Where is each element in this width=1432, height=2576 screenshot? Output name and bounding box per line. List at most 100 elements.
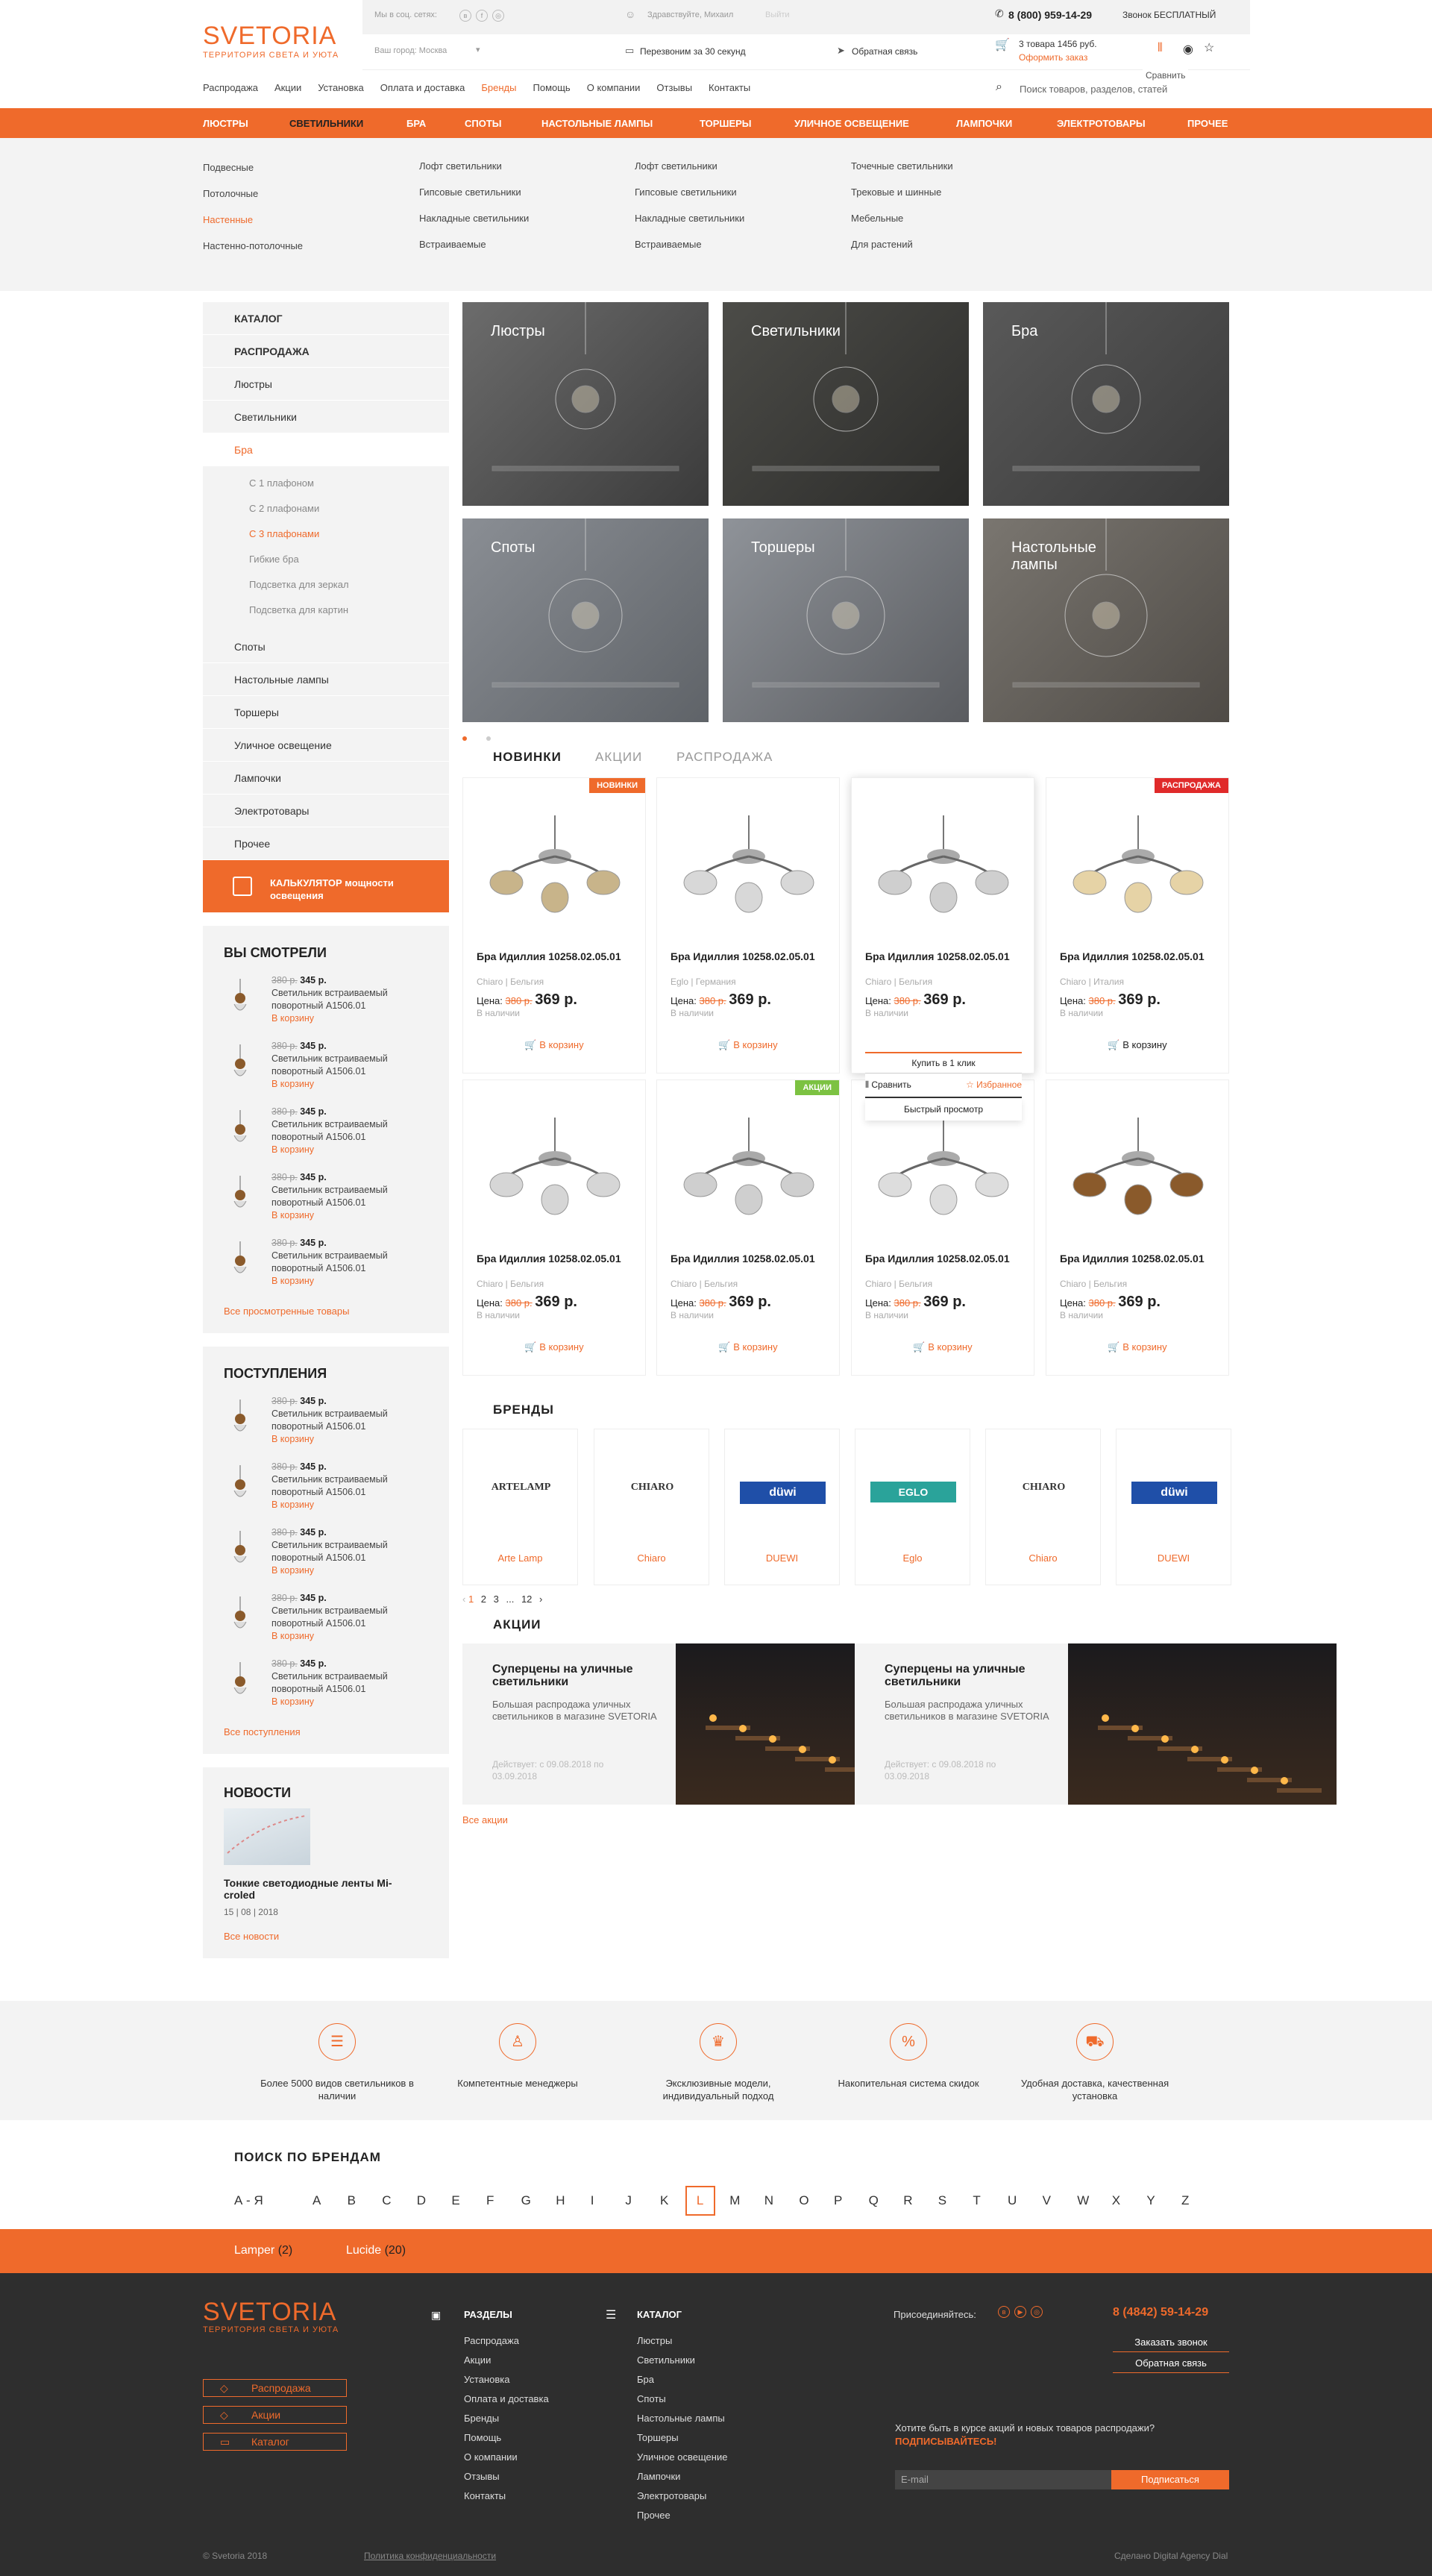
promo-card[interactable]: Суперцены на уличные светильники Большая … <box>855 1643 1337 1805</box>
footer-link[interactable]: Распродажа <box>464 2331 549 2351</box>
brand-card[interactable]: CHIARO Chiaro <box>594 1429 709 1585</box>
alphabet-letter[interactable]: F <box>486 2193 494 2208</box>
product-image[interactable] <box>671 793 827 942</box>
sidebar-item[interactable]: Люстры <box>203 368 449 401</box>
page-link[interactable]: 3 <box>494 1593 502 1605</box>
footer-link[interactable]: Уличное освещение <box>637 2448 727 2467</box>
mega-menu-item[interactable]: Гипсовые светильники <box>419 187 529 213</box>
footer-link[interactable]: Светильники <box>637 2351 727 2370</box>
callback-link[interactable]: Перезвоним за 30 секунд <box>640 46 746 57</box>
sidebar-item[interactable]: Лампочки <box>203 762 449 795</box>
alphabet-letter[interactable]: Y <box>1146 2193 1155 2208</box>
product-image[interactable] <box>477 1095 633 1244</box>
alphabet-letter[interactable]: V <box>1043 2193 1051 2208</box>
made-by[interactable]: Сделано Digital Agency Dial <box>1114 2551 1228 2561</box>
product-card[interactable]: Бра Идиллия 10258.02.05.01 Eglo | Германи… <box>656 777 840 1074</box>
brand-result[interactable]: Lamper (2) <box>234 2244 292 2257</box>
sidebar-item[interactable]: Торшеры <box>203 696 449 729</box>
category-nav-item[interactable]: ЭЛЕКТРОТОВАРЫ <box>1057 118 1146 129</box>
buy-one-click-button[interactable]: Купить в 1 клик <box>865 1052 1022 1074</box>
category-nav-item[interactable]: ЛЮСТРЫ <box>203 118 248 129</box>
product-image[interactable] <box>671 1095 827 1244</box>
phone-number[interactable]: 8 (800) 959-14-29 <box>1008 9 1092 21</box>
category-nav-item[interactable]: ТОРШЕРЫ <box>700 118 752 129</box>
category-nav-item[interactable]: НАСТОЛЬНЫЕ ЛАМПЫ <box>541 118 653 129</box>
footer-promo-button[interactable]: ◇ Акции <box>203 2406 347 2424</box>
add-to-cart-link[interactable]: В корзину <box>271 1144 428 1156</box>
product-image[interactable] <box>477 793 633 942</box>
tab-2[interactable]: РАСПРОДАЖА <box>676 750 773 765</box>
vk-icon[interactable]: в <box>459 9 471 22</box>
category-nav-item[interactable]: БРА <box>406 118 426 129</box>
alphabet-letter[interactable]: W <box>1077 2193 1089 2208</box>
sidebar-product-name[interactable]: Светильник встраиваемый поворотный A1506… <box>271 1184 428 1209</box>
product-thumbnail[interactable] <box>224 1044 261 1089</box>
nav-item-8[interactable]: Контакты <box>709 82 750 93</box>
mega-menu-item[interactable]: Точечные светильники <box>851 160 953 187</box>
page-link[interactable]: 1 <box>468 1593 477 1605</box>
footer-link[interactable]: Прочее <box>637 2506 727 2525</box>
mega-menu-item[interactable]: Настенные <box>203 214 303 240</box>
mega-menu-item[interactable]: Лофт светильники <box>635 160 744 187</box>
product-card[interactable]: Бра Идиллия 10258.02.05.01 Chiaro | Бельг… <box>1046 1079 1229 1376</box>
footer-link[interactable]: Контакты <box>464 2486 549 2506</box>
alphabet-letter[interactable]: E <box>451 2193 459 2208</box>
brand-card[interactable]: düwi DUEWI <box>724 1429 840 1585</box>
sidebar-subitem[interactable]: С 1 плафоном <box>203 471 449 496</box>
product-card[interactable]: Бра Идиллия 10258.02.05.01 Chiaro | Бельг… <box>851 1079 1034 1376</box>
tab-0[interactable]: НОВИНКИ <box>493 750 562 765</box>
product-thumbnail[interactable] <box>224 1596 261 1641</box>
cart-icon[interactable]: 🛒 <box>995 37 1010 52</box>
sidebar-item[interactable]: Прочее <box>203 827 449 860</box>
sidebar-catalog[interactable]: КАТАЛОГ <box>203 302 449 335</box>
product-name[interactable]: Бра Идиллия 10258.02.05.01 <box>477 1252 621 1265</box>
footer-link[interactable]: Акции <box>464 2351 549 2370</box>
instagram-icon[interactable]: ◎ <box>492 9 504 22</box>
compare-button[interactable]: ⫴ Сравнить <box>865 1079 911 1091</box>
alphabet-letter[interactable]: G <box>521 2193 531 2208</box>
sidebar-item[interactable]: Настольные лампы <box>203 663 449 696</box>
page-link[interactable]: 2 <box>481 1593 489 1605</box>
footer-link[interactable]: Люстры <box>637 2331 727 2351</box>
order-call-button[interactable]: Заказать звонок <box>1113 2333 1229 2352</box>
product-name[interactable]: Бра Идиллия 10258.02.05.01 <box>865 950 1010 963</box>
quick-view-button[interactable]: Быстрый просмотр <box>865 1098 1022 1121</box>
alphabet-letter[interactable]: J <box>625 2193 632 2208</box>
brand-card[interactable]: düwi DUEWI <box>1116 1429 1231 1585</box>
news-headline[interactable]: Тонкие светодиодные ленты Mi-croled <box>224 1877 403 1901</box>
add-to-cart-link[interactable]: В корзину <box>271 1078 428 1091</box>
footer-link[interactable]: Лампочки <box>637 2467 727 2486</box>
product-thumbnail[interactable] <box>224 1531 261 1576</box>
nav-item-1[interactable]: Акции <box>274 82 301 93</box>
page-link[interactable]: ... <box>506 1593 516 1605</box>
sidebar-product-name[interactable]: Светильник встраиваемый поворотный A1506… <box>271 1670 428 1696</box>
email-field[interactable]: E-mail <box>895 2470 1111 2489</box>
page-link[interactable]: 12 <box>521 1593 535 1605</box>
footer-catalog-button[interactable]: ▭ Каталог <box>203 2433 347 2451</box>
sidebar-product-name[interactable]: Светильник встраиваемый поворотный A1506… <box>271 1053 428 1078</box>
add-to-cart-link[interactable]: В корзину <box>271 1696 428 1708</box>
search-icon[interactable]: ⌕ <box>996 81 1002 94</box>
logout-link[interactable]: Выйти <box>765 10 790 19</box>
footer-link[interactable]: Настольные лампы <box>637 2409 727 2428</box>
footer-sale-button[interactable]: ◇ Распродажа <box>203 2379 347 2397</box>
sidebar-product-name[interactable]: Светильник встраиваемый поворотный A1506… <box>271 1118 428 1144</box>
facebook-icon[interactable]: f <box>476 9 488 22</box>
nav-item-4[interactable]: Бренды <box>481 82 516 93</box>
checkout-link[interactable]: Оформить заказ <box>1019 52 1087 63</box>
mega-menu-item[interactable]: Накладные светильники <box>419 213 529 239</box>
instagram-icon[interactable]: ◎ <box>1031 2306 1043 2318</box>
product-card[interactable]: РАСПРОДАЖА Бра Идиллия 10258.02.05.01 Chia… <box>1046 777 1229 1074</box>
category-tile[interactable]: Бра <box>983 302 1229 506</box>
mega-menu-item[interactable]: Накладные светильники <box>635 213 744 239</box>
footer-link[interactable]: Установка <box>464 2370 549 2389</box>
alphabet-letter[interactable]: U <box>1008 2193 1017 2208</box>
nav-item-6[interactable]: О компании <box>587 82 641 93</box>
category-nav-item[interactable]: ЛАМПОЧКИ <box>956 118 1012 129</box>
product-image[interactable] <box>1060 1095 1216 1244</box>
sidebar-product-name[interactable]: Светильник встраиваемый поворотный A1506… <box>271 987 428 1012</box>
product-thumbnail[interactable] <box>224 1662 261 1707</box>
sidebar-subitem[interactable]: Подсветка для зеркал <box>203 572 449 598</box>
nav-item-7[interactable]: Отзывы <box>656 82 692 93</box>
footer-link[interactable]: Бра <box>637 2370 727 2389</box>
